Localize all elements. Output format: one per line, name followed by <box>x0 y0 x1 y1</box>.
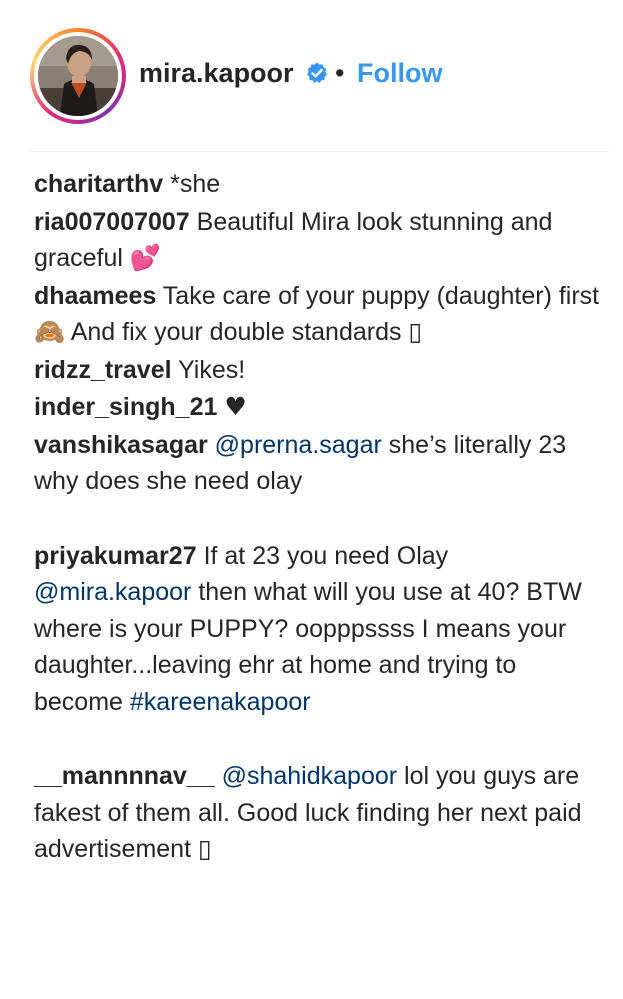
comment-item: charitarthv *she <box>34 166 604 203</box>
hashtag-link[interactable]: #kareenakapoor <box>130 688 311 716</box>
mention-link[interactable]: @shahidkapoor <box>222 762 398 790</box>
comment-item: inder_singh_21 ♥ <box>34 389 604 426</box>
comment-username[interactable]: ria007007007 <box>34 208 190 236</box>
comment-text: Take care of your puppy (daughter) first <box>162 281 600 310</box>
comment-username[interactable]: vanshikasagar <box>34 431 208 459</box>
mention-link[interactable]: @prerna.sagar <box>215 431 382 459</box>
mention-link[interactable]: @mira.kapoor <box>34 578 191 606</box>
comment-text: And fix your double standards <box>70 318 402 346</box>
comment-item: vanshikasagar @prerna.sagar she’s litera… <box>34 427 604 500</box>
see-no-evil-emoji-icon: 🙈 <box>34 317 66 346</box>
follow-button[interactable]: Follow <box>357 58 442 89</box>
verified-badge-icon <box>307 62 327 83</box>
comment-item: ridzz_travel Yikes! <box>34 352 604 389</box>
comment-item: __mannnnav__ @shahidkapoor lol you guys … <box>34 758 604 868</box>
post-header: mira.kapoor • Follow <box>0 0 623 152</box>
comment-text: If at 23 you need Olay <box>203 541 449 570</box>
comment-item: dhaamees Take care of your puppy (daught… <box>34 278 604 351</box>
black-heart-icon: ♥ <box>224 392 247 421</box>
missing-glyph-icon: ▯ <box>197 834 212 863</box>
post-author-username[interactable]: mira.kapoor <box>139 58 294 89</box>
avatar-photo-illustration <box>38 36 118 116</box>
header-divider <box>30 151 609 152</box>
avatar[interactable] <box>30 28 126 124</box>
comment-username[interactable]: __mannnnav__ <box>34 762 215 790</box>
comment-item: priyakumar27 If at 23 you need Olay @mir… <box>34 538 604 721</box>
comment-username[interactable]: ridzz_travel <box>34 356 172 384</box>
header-separator: • <box>335 58 345 88</box>
comment-text: *she <box>170 170 221 198</box>
comment-username[interactable]: priyakumar27 <box>34 542 197 570</box>
missing-glyph-icon: ▯ <box>408 317 423 346</box>
avatar-border <box>34 32 122 120</box>
comments-list: charitarthv *she ria007007007 Beautiful … <box>34 166 604 868</box>
comment-username[interactable]: dhaamees <box>34 282 156 310</box>
comment-username[interactable]: inder_singh_21 <box>34 393 217 421</box>
heart-emoji-icon: 💕 <box>129 243 162 272</box>
comment-text: Yikes! <box>178 355 246 384</box>
comment-item: ria007007007 Beautiful Mira look stunnin… <box>34 204 604 277</box>
comment-username[interactable]: charitarthv <box>34 170 163 198</box>
avatar-photo <box>38 36 118 116</box>
